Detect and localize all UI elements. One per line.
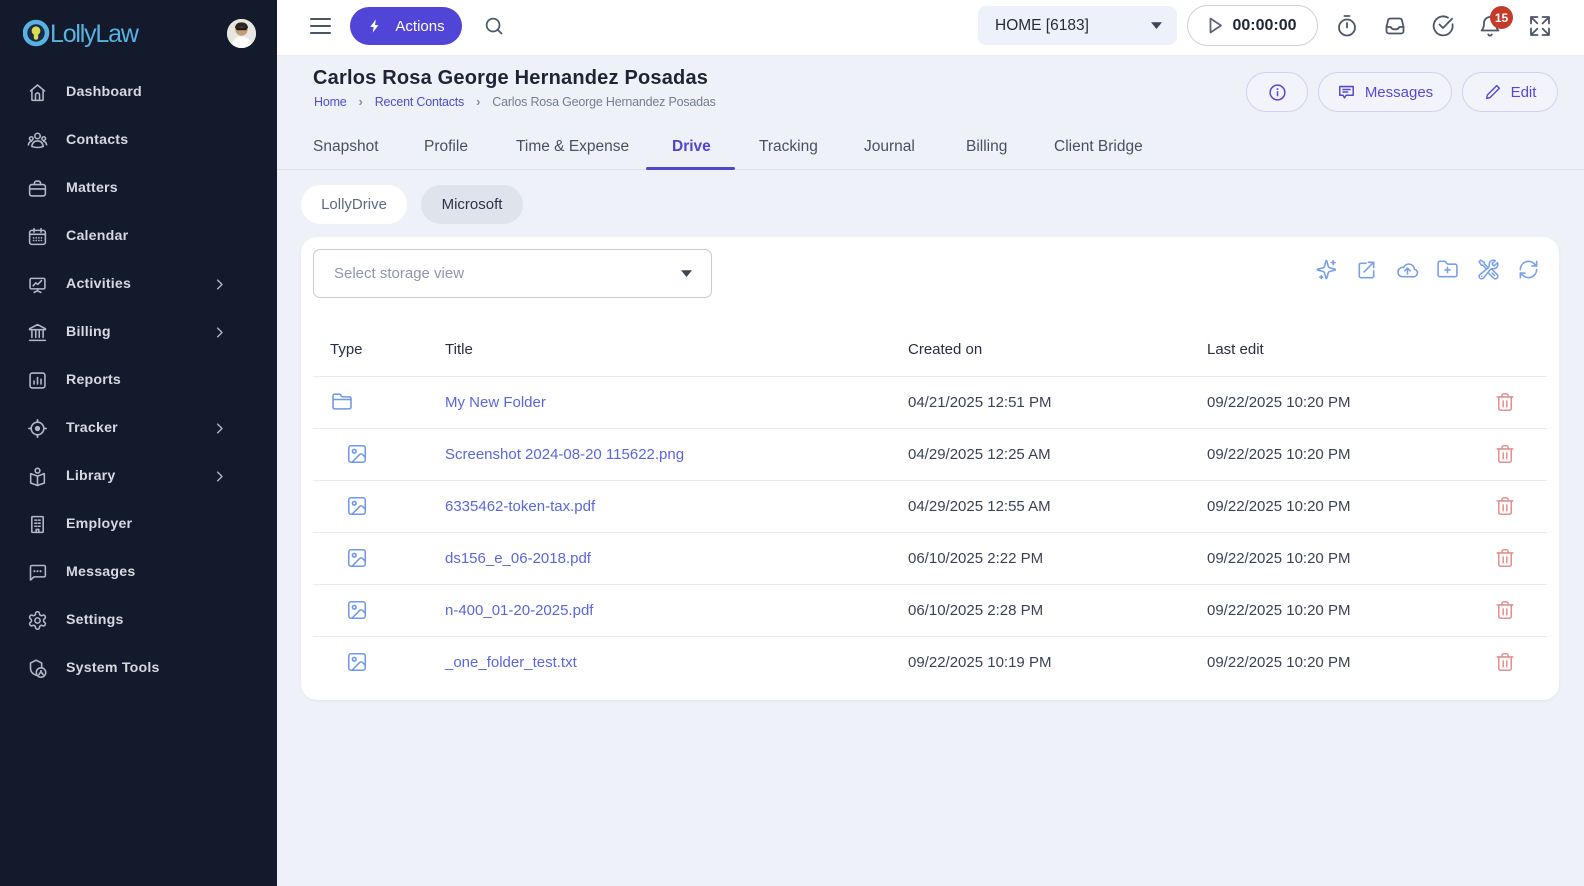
svg-text:LollyLaw: LollyLaw <box>50 20 140 48</box>
